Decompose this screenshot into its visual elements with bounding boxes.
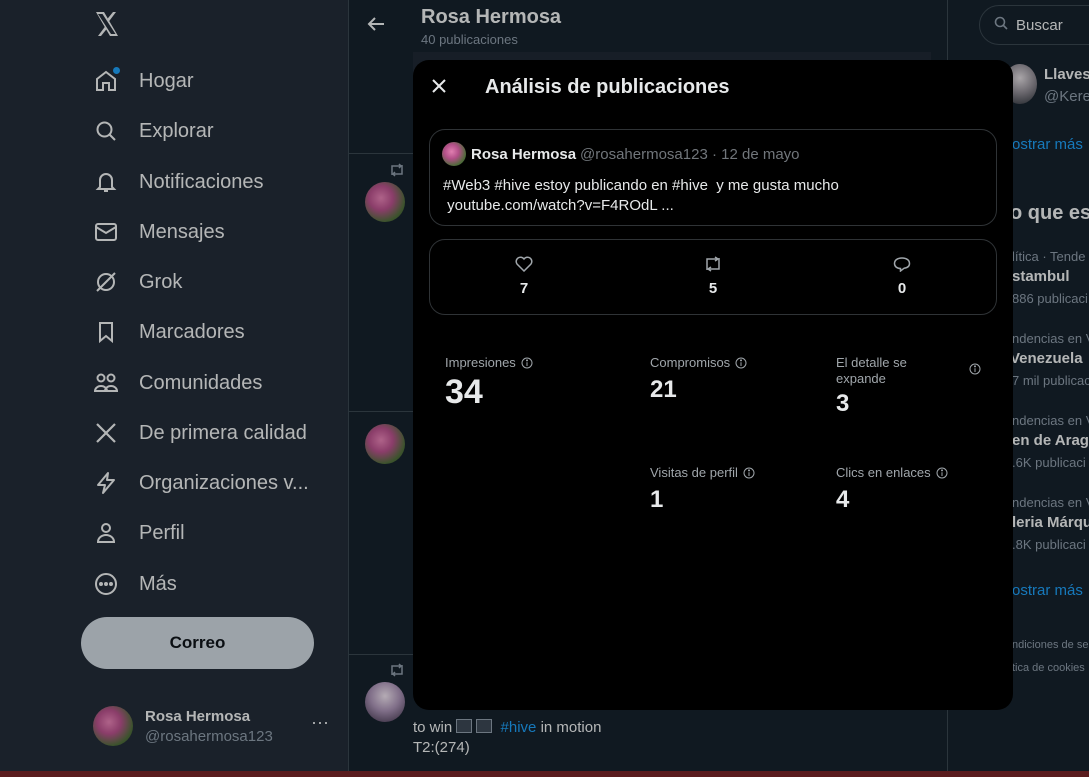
quoted-post[interactable]: Rosa Hermosa @rosahermosa123 · 12 de may… bbox=[429, 129, 997, 226]
close-icon[interactable] bbox=[427, 74, 451, 98]
repost-icon bbox=[683, 256, 743, 276]
engagement-summary: 7 5 0 bbox=[429, 239, 997, 315]
replies-stat: 0 bbox=[872, 256, 932, 297]
likes-stat: 7 bbox=[494, 256, 554, 297]
metric-engagements: Compromisos 21 bbox=[650, 355, 747, 404]
info-icon[interactable] bbox=[936, 467, 948, 483]
dialog-title: Análisis de publicaciones bbox=[485, 76, 730, 98]
info-icon[interactable] bbox=[969, 363, 981, 379]
post-analytics-dialog: Análisis de publicaciones Rosa Hermosa @… bbox=[413, 60, 1013, 710]
metric-detail-expands: El detalle se expande 3 bbox=[836, 355, 981, 418]
avatar bbox=[442, 142, 466, 166]
info-icon[interactable] bbox=[735, 357, 747, 373]
post-text: #Web3 #hive estoy publicando en #hive y … bbox=[443, 177, 839, 214]
reposts-stat: 5 bbox=[683, 256, 743, 297]
os-taskbar bbox=[0, 771, 1089, 777]
post-author: Rosa Hermosa bbox=[471, 146, 577, 163]
heart-icon bbox=[494, 256, 554, 276]
info-icon[interactable] bbox=[521, 357, 533, 373]
info-icon[interactable] bbox=[743, 467, 755, 483]
reply-icon bbox=[872, 256, 932, 276]
post-meta: @rosahermosa123 · 12 de mayo bbox=[580, 146, 800, 163]
metric-impressions: Impresiones 34 bbox=[445, 355, 533, 412]
metric-link-clicks: Clics en enlaces 4 bbox=[836, 465, 948, 514]
metric-profile-visits: Visitas de perfil 1 bbox=[650, 465, 755, 514]
